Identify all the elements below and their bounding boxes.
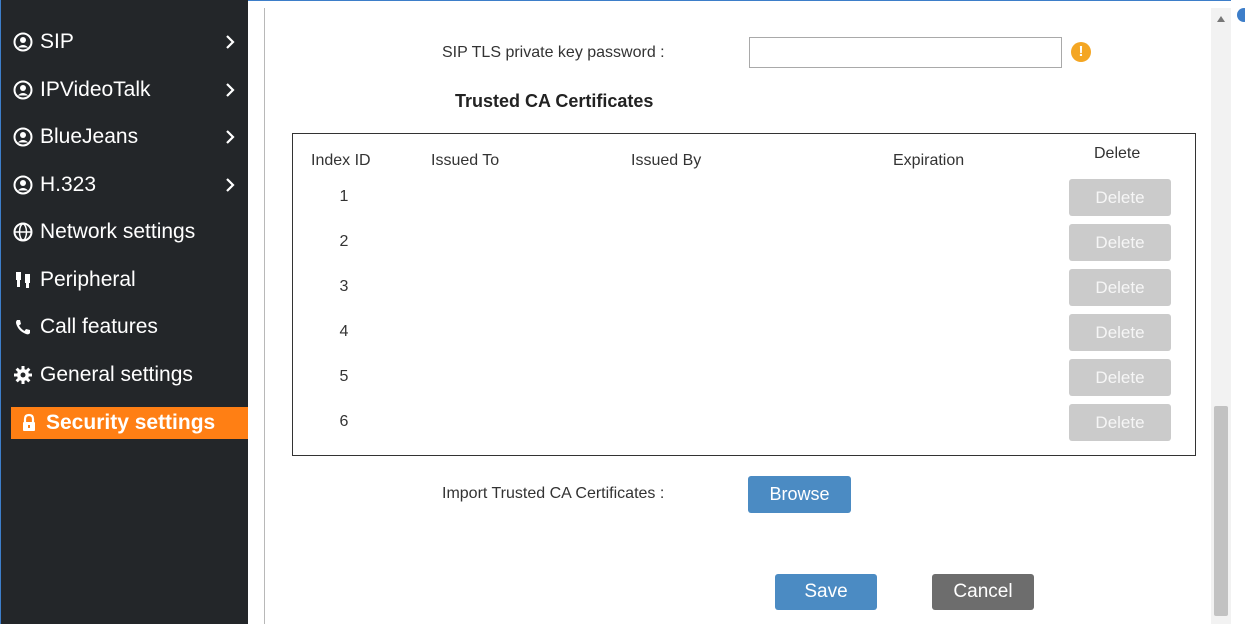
sidebar-item-label: BlueJeans [40, 125, 139, 148]
lock-icon [19, 413, 39, 433]
sidebar-item-ipvideotalk[interactable]: IPVideoTalk [1, 72, 248, 108]
phone-icon [13, 317, 33, 337]
column-header-delete: Delete [1094, 145, 1141, 162]
sidebar-item-label: Call features [40, 315, 158, 338]
sidebar-item-h323[interactable]: H.323 [1, 167, 248, 203]
scroll-up-arrow-icon[interactable] [1211, 8, 1231, 30]
sidebar-item-label: Security settings [46, 411, 216, 434]
chevron-right-icon [220, 32, 240, 52]
sidebar-item-security-settings[interactable]: Security settings [11, 407, 248, 439]
sidebar-item-label: IPVideoTalk [40, 78, 151, 101]
sidebar-item-label: General settings [40, 363, 193, 386]
user-circle-icon [13, 127, 33, 147]
sidebar-item-label: Peripheral [40, 268, 136, 291]
delete-button[interactable]: Delete [1069, 314, 1171, 351]
column-header-index-id: Index ID [311, 152, 371, 169]
sidebar-item-sip[interactable]: SIP [1, 24, 248, 60]
chevron-right-icon [220, 80, 240, 100]
page-edge [1231, 0, 1245, 624]
certificates-table [292, 133, 1196, 456]
sidebar-item-network-settings[interactable]: Network settings [1, 214, 248, 250]
import-certificates-label: Import Trusted CA Certificates : [442, 485, 665, 502]
sidebar: SIP IPVideoTalk BlueJeans H.323 Network … [1, 0, 248, 624]
browse-button[interactable]: Browse [748, 476, 851, 513]
scrollbar-thumb[interactable] [1214, 406, 1228, 616]
globe-icon [13, 222, 33, 242]
sidebar-item-label: H.323 [40, 173, 97, 196]
chevron-right-icon [220, 127, 240, 147]
sidebar-item-general-settings[interactable]: General settings [1, 357, 248, 393]
tls-password-input[interactable] [749, 37, 1062, 68]
sidebar-item-label: Network settings [40, 220, 196, 243]
table-row-index: 6 [339, 413, 349, 430]
sidebar-item-peripheral[interactable]: Peripheral [1, 262, 248, 298]
user-circle-icon [13, 32, 33, 52]
column-header-issued-to: Issued To [431, 152, 500, 169]
table-row-index: 2 [339, 233, 349, 250]
delete-button[interactable]: Delete [1069, 269, 1171, 306]
chevron-right-icon [220, 175, 240, 195]
delete-button[interactable]: Delete [1069, 404, 1171, 441]
sidebar-item-label: SIP [40, 30, 74, 53]
section-title: Trusted CA Certificates [455, 91, 654, 111]
sidebar-item-bluejeans[interactable]: BlueJeans [1, 119, 248, 155]
save-button[interactable]: Save [775, 574, 877, 610]
column-header-issued-by: Issued By [631, 152, 702, 169]
plug-icon [13, 270, 33, 290]
user-circle-icon [13, 80, 33, 100]
table-row-index: 3 [339, 278, 349, 295]
tls-password-label: SIP TLS private key password : [442, 44, 665, 61]
column-header-expiration: Expiration [893, 152, 965, 169]
delete-button[interactable]: Delete [1069, 179, 1171, 216]
vertical-scrollbar[interactable] [1211, 8, 1231, 624]
user-circle-icon [13, 175, 33, 195]
gear-icon [13, 365, 33, 385]
delete-button[interactable]: Delete [1069, 224, 1171, 261]
warning-icon: ! [1071, 42, 1091, 62]
table-row-index: 4 [339, 323, 349, 340]
table-row-index: 5 [339, 368, 349, 385]
cancel-button[interactable]: Cancel [932, 574, 1034, 610]
sidebar-item-call-features[interactable]: Call features [1, 309, 248, 345]
delete-button[interactable]: Delete [1069, 359, 1171, 396]
edge-indicator [1237, 8, 1245, 22]
table-row-index: 1 [339, 188, 349, 205]
